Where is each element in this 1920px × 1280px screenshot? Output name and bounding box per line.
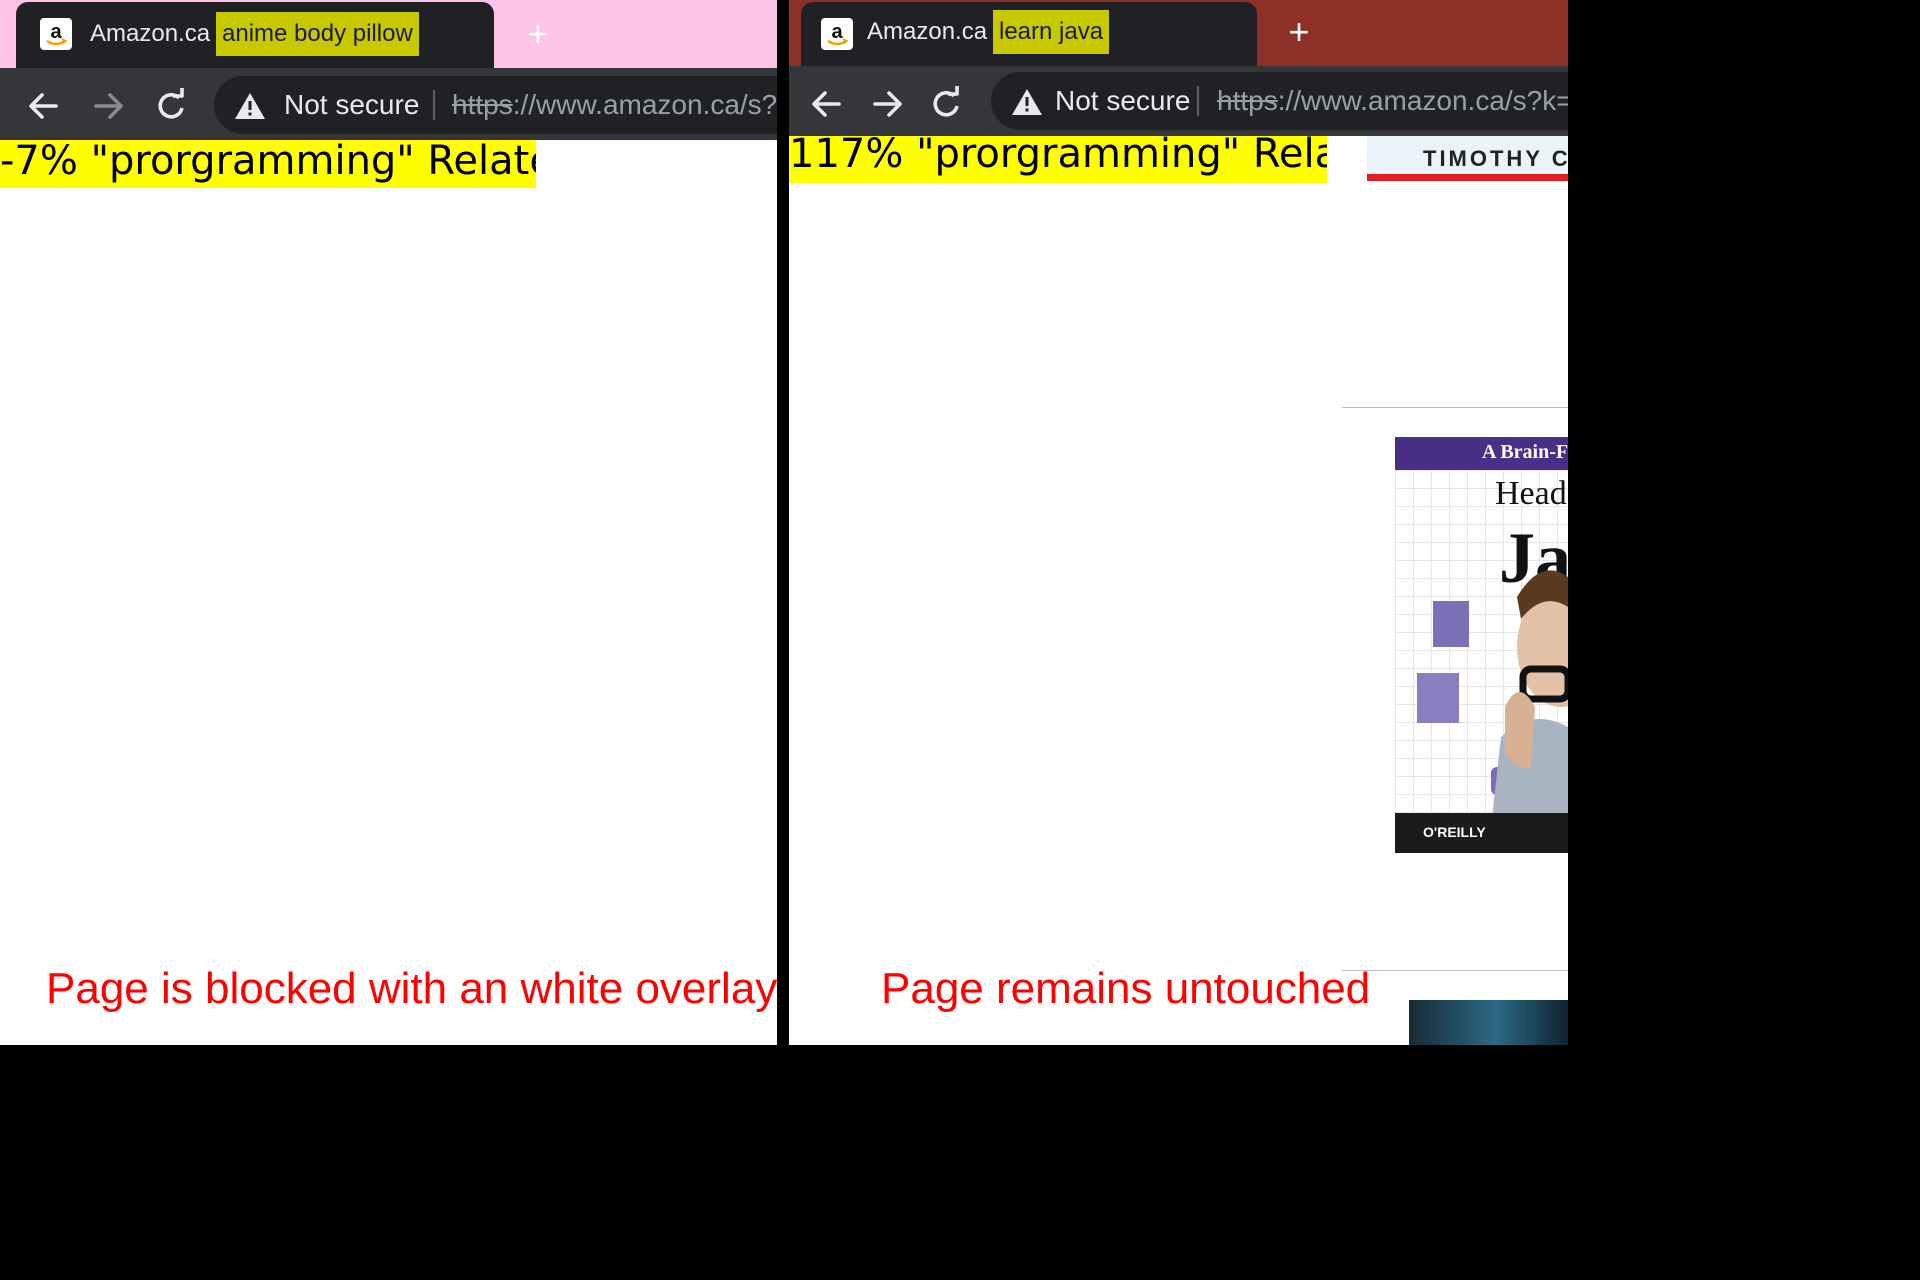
caption-text: Page is blocked with an white overlay: [46, 964, 777, 1013]
address-bar[interactable]: Not secure https://www.amazon.ca/s?: [214, 76, 777, 134]
result-item-1-red-strip: [1367, 174, 1568, 181]
tab-title-site: Amazon.ca :: [867, 18, 1001, 45]
cover-publisher: O'REILLY: [1423, 824, 1486, 840]
url-rest: ://www.amazon.ca/s?: [512, 89, 777, 120]
amazon-favicon-icon: a: [821, 18, 853, 50]
url-text: https://www.amazon.ca/s?: [452, 89, 777, 121]
tab-strip: a Amazon.ca : anime body pillow +: [0, 0, 777, 68]
tab-title-site: Amazon.ca :: [90, 20, 224, 47]
warning-triangle-icon: [235, 93, 265, 119]
svg-text:a: a: [831, 21, 843, 43]
tab-title-query: learn java: [993, 10, 1110, 54]
security-label: Not secure: [284, 89, 420, 120]
cover-title-head: Head: [1495, 475, 1567, 512]
relevance-banner: 117% "prorgramming" Related: [789, 136, 1327, 183]
cover-small-photo-1: [1433, 601, 1469, 647]
toolbar: Not secure https://www.amazon.ca/s?k=le: [789, 66, 1568, 136]
tab-title-query: anime body pillow: [216, 12, 419, 56]
svg-text:a: a: [50, 21, 62, 43]
warning-triangle-icon: [1012, 89, 1042, 115]
omnibox-separator: [433, 90, 435, 120]
cover-bottom-band: O'REILLY: [1395, 813, 1568, 853]
back-arrow-icon[interactable]: [22, 84, 66, 128]
cover-person-photo: [1491, 570, 1568, 827]
forward-arrow-icon[interactable]: [86, 84, 130, 128]
reload-icon[interactable]: [925, 82, 969, 126]
new-tab-plus-icon[interactable]: +: [518, 14, 558, 54]
cover-top-band: A Brain-Fr: [1395, 437, 1568, 470]
caption-text: Page remains untouched: [881, 964, 1371, 1013]
cover-small-photo-2: [1417, 673, 1459, 723]
result-divider: [1342, 970, 1568, 971]
omnibox-separator: [1197, 86, 1199, 116]
result-item-3-image[interactable]: [1409, 1000, 1568, 1045]
result-divider: [1342, 407, 1568, 408]
toolbar: Not secure https://www.amazon.ca/s?: [0, 68, 777, 140]
result-item-1-author: TIMOTHY C: [1423, 146, 1568, 171]
back-arrow-icon[interactable]: [805, 82, 849, 126]
url-rest: ://www.amazon.ca/s?k=le: [1277, 85, 1568, 116]
left-browser-window: a Amazon.ca : anime body pillow + Not se…: [0, 0, 777, 1045]
relevance-banner: -7% "prorgramming" Related: [0, 140, 536, 188]
result-item-1-image[interactable]: TIMOTHY C: [1367, 136, 1568, 181]
forward-arrow-icon[interactable]: [865, 82, 909, 126]
url-scheme: https: [452, 89, 513, 120]
address-bar[interactable]: Not secure https://www.amazon.ca/s?k=le: [991, 72, 1568, 130]
tab-strip: a Amazon.ca : learn java +: [789, 0, 1568, 68]
reload-icon[interactable]: [150, 84, 194, 128]
result-item-2-image[interactable]: A Brain-Fr Head Ja O'REILLY: [1395, 437, 1568, 853]
amazon-favicon-icon: a: [40, 18, 72, 50]
right-browser-window: a Amazon.ca : learn java + Not secure ht…: [789, 0, 1568, 1045]
tab-amazon[interactable]: a Amazon.ca : anime body pillow: [16, 2, 494, 68]
url-scheme: https: [1217, 85, 1278, 116]
security-label: Not secure: [1055, 85, 1191, 116]
tab-amazon[interactable]: a Amazon.ca : learn java: [801, 2, 1257, 68]
new-tab-plus-icon[interactable]: +: [1279, 12, 1319, 52]
cover-series-text: A Brain-Fr: [1482, 441, 1568, 463]
url-text: https://www.amazon.ca/s?k=le: [1217, 85, 1568, 117]
